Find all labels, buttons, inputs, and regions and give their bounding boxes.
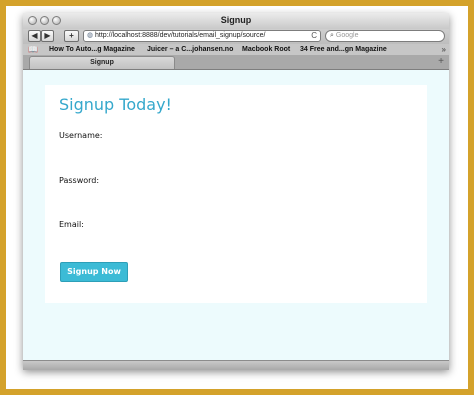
add-bookmark-button[interactable]: + [64,30,79,42]
signup-button[interactable]: Signup Now [60,262,128,282]
bookmark-item[interactable]: Macbook Root [242,44,290,55]
search-placeholder: Google [335,32,359,39]
status-bar [23,360,449,370]
address-url: http://localhost:8888/dev/tutorials/emai… [95,32,266,39]
book-icon[interactable]: 📖 [28,44,38,55]
bookmark-item[interactable]: How To Auto...g Magazine [49,44,135,55]
reload-icon[interactable]: C [311,31,317,41]
username-input[interactable] [105,130,255,142]
new-tab-icon[interactable]: + [438,55,444,68]
address-bar[interactable]: ◍ http://localhost:8888/dev/tutorials/ema… [83,30,321,42]
search-field[interactable]: ⌕ Google [325,30,445,42]
tab-signup[interactable]: Signup [29,56,175,69]
page-content: Signup Today! Username: Password: Email:… [23,70,449,360]
email-label: Email: [59,220,84,229]
title-bar: Signup [23,13,449,29]
tab-bar: Signup + [23,55,449,70]
window-title: Signup [220,15,252,25]
bookmark-item[interactable]: 34 Free and...gn Magazine [300,44,387,55]
username-label: Username: [59,131,103,140]
more-bookmarks-icon[interactable]: » [442,44,446,55]
browser-window: Signup ◀ ▶ + ◍ http://localhost:8888/dev/… [23,13,449,370]
toolbar: ◀ ▶ + ◍ http://localhost:8888/dev/tutoria… [23,29,449,44]
page-title: Signup Today! [59,95,172,114]
globe-icon: ◍ [86,32,94,39]
forward-button[interactable]: ▶ [41,30,54,42]
password-input[interactable] [105,175,255,187]
password-label: Password: [59,176,100,185]
search-icon: ⌕ [330,32,334,39]
email-input[interactable] [105,219,255,231]
signup-form: Signup Today! Username: Password: Email:… [45,85,427,303]
back-button[interactable]: ◀ [28,30,41,42]
bookmark-item[interactable]: Juicer – a C...johansen.no [147,44,233,55]
